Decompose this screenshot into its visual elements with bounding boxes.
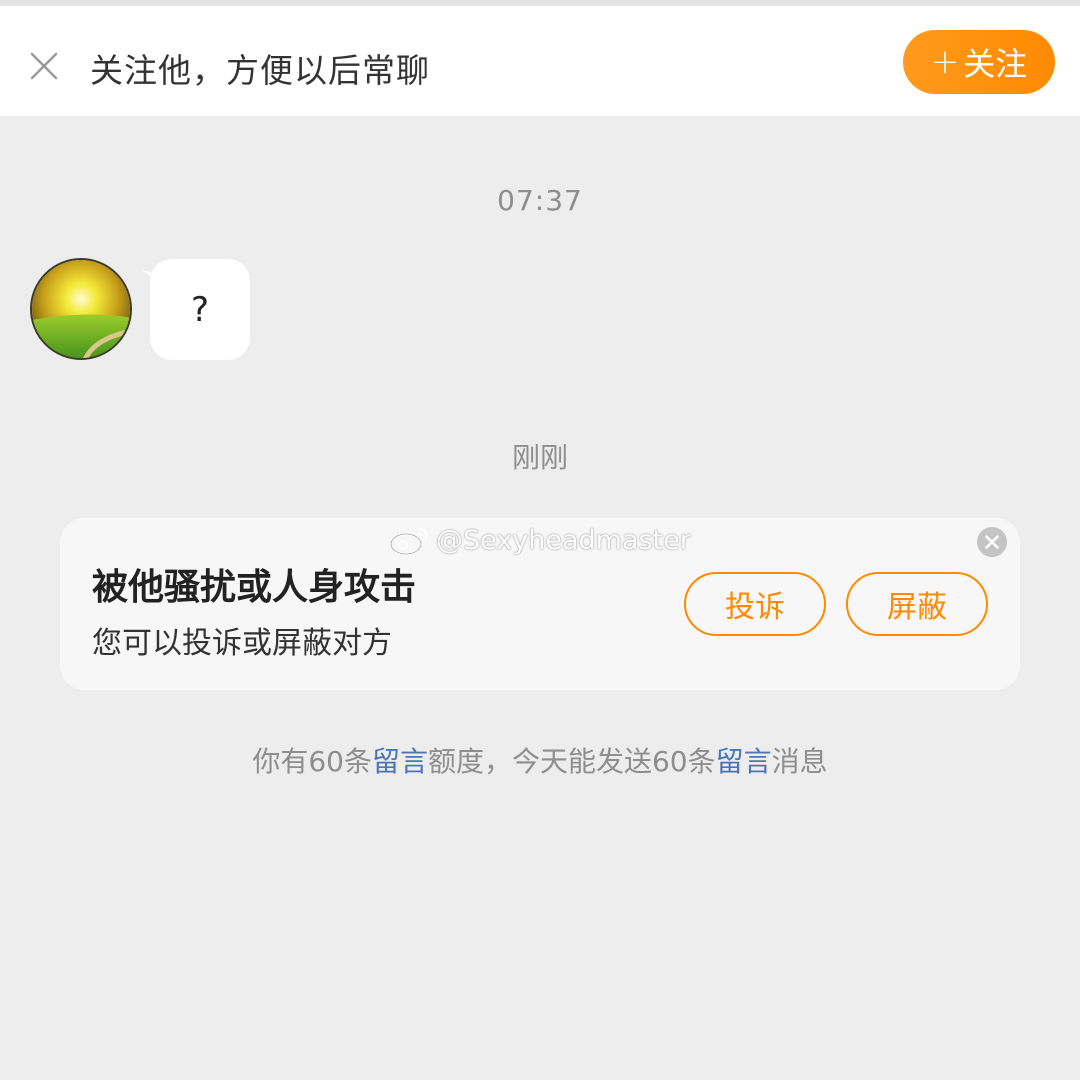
avatar[interactable] xyxy=(30,258,132,360)
close-icon[interactable] xyxy=(26,48,62,84)
follow-banner: 关注他，方便以后常聊 + 关注 xyxy=(0,0,1080,116)
quota-part2: 额度，今天能发送60条 xyxy=(427,745,716,778)
follow-prompt-text: 关注他，方便以后常聊 xyxy=(90,51,430,90)
quota-part1: 你有60条 xyxy=(252,745,372,778)
follow-button-label: 关注 xyxy=(963,45,1028,83)
message-quota-text: 你有60条留言额度，今天能发送60条留言消息 xyxy=(0,740,1080,780)
message-timestamp: 07:37 xyxy=(497,184,583,217)
watermark-text: @Sexyheadmaster xyxy=(436,524,691,556)
plus-icon: + xyxy=(930,42,960,82)
message-text: ? xyxy=(190,289,210,330)
card-subtitle: 您可以投诉或屏蔽对方 xyxy=(92,626,392,661)
follow-button[interactable]: + 关注 xyxy=(903,30,1055,94)
quota-link-message[interactable]: 留言 xyxy=(372,745,428,778)
system-timestamp: 刚刚 xyxy=(511,441,568,474)
close-circle-icon[interactable] xyxy=(976,526,1008,558)
weibo-logo-icon xyxy=(389,527,428,556)
message-bubble[interactable]: ? xyxy=(150,259,250,360)
chat-page: 关注他，方便以后常聊 + 关注 07:37 ? 刚刚 被他骚扰或人身攻击 您可以… xyxy=(0,0,1080,1080)
block-button[interactable]: 屏蔽 xyxy=(846,572,988,636)
quota-link-message-2[interactable]: 留言 xyxy=(716,745,772,778)
quota-part3: 消息 xyxy=(771,745,828,778)
watermark: @Sexyheadmaster xyxy=(388,522,691,558)
report-button[interactable]: 投诉 xyxy=(684,572,826,636)
card-title: 被他骚扰或人身攻击 xyxy=(92,567,417,608)
